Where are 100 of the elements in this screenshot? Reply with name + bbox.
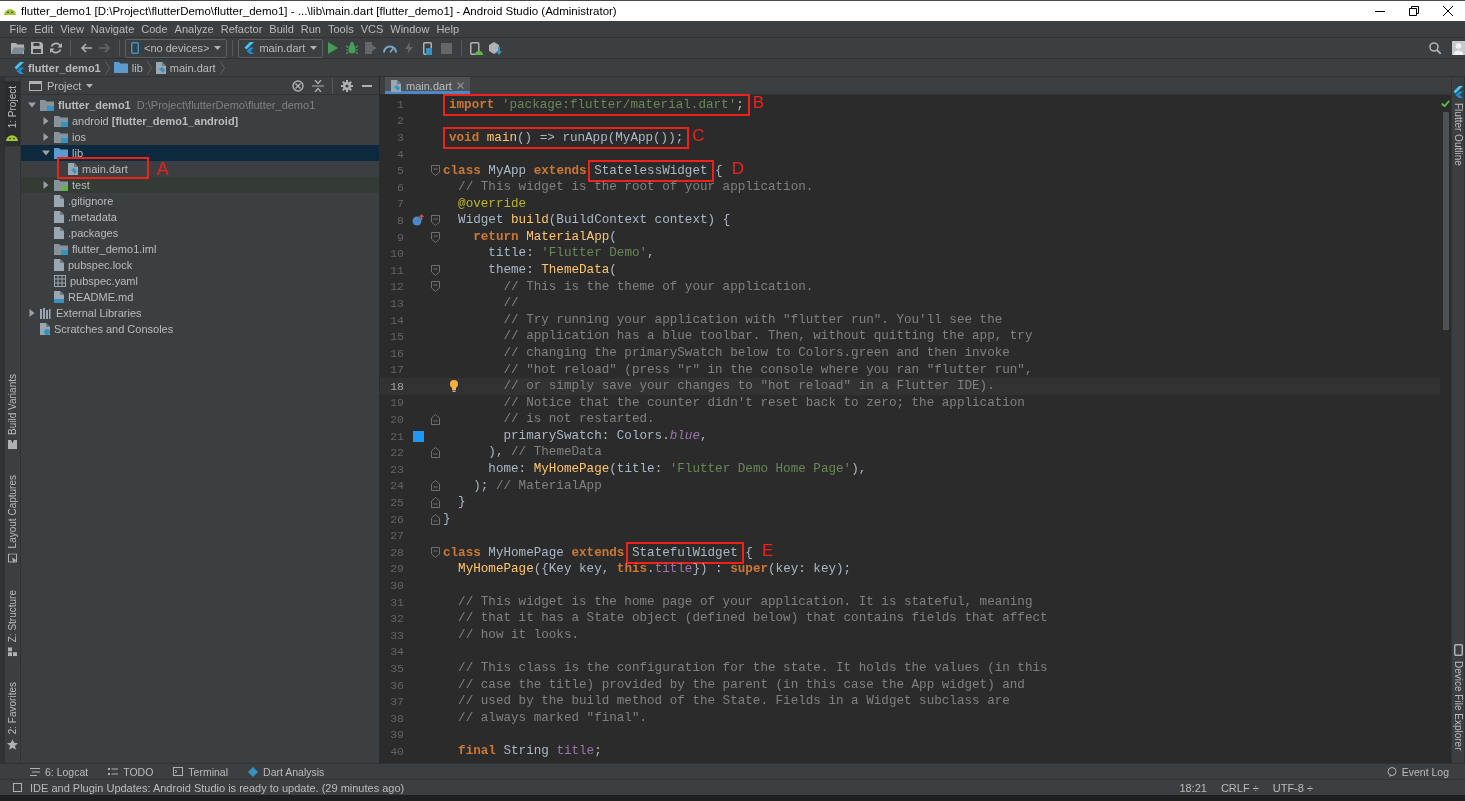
menu-item[interactable]: Refactor (217, 21, 266, 37)
project-view-selector[interactable]: Project (29, 79, 94, 92)
breadcrumb[interactable]: lib (113, 61, 143, 74)
locate-button[interactable] (289, 77, 307, 94)
fold-marker-icon[interactable] (431, 447, 440, 459)
menu-item[interactable]: Help (432, 21, 463, 37)
terminal-icon (173, 767, 184, 776)
tool-window-tab[interactable]: Layout Captures (5, 470, 20, 569)
menu-item[interactable]: Navigate (87, 21, 138, 37)
tool-window-tab[interactable]: 2: Favorites (5, 676, 20, 755)
tree-item[interactable]: README.md (21, 289, 379, 305)
collapsed-arrow-icon[interactable] (42, 133, 50, 141)
tool-window-tab[interactable]: Terminal (171, 764, 231, 779)
tree-item[interactable]: flutter_demo1 D:\Project\flutterDemo\flutter_demo1 (21, 97, 379, 113)
crosshair-icon (292, 79, 304, 92)
fold-marker-icon[interactable] (431, 264, 440, 276)
stop-icon (441, 42, 453, 54)
code-text: ), // ThemeData (488, 445, 602, 460)
tree-item[interactable]: .metadata (21, 209, 379, 225)
collapsed-arrow-icon[interactable] (42, 181, 50, 189)
expanded-arrow-icon[interactable] (28, 101, 36, 109)
tool-window-tab[interactable]: Device File Explorer (1452, 638, 1464, 755)
menu-item[interactable]: Run (297, 21, 325, 37)
tree-item[interactable]: .packages (21, 225, 379, 241)
fold-marker-icon[interactable] (431, 546, 440, 558)
caret-icon (214, 46, 222, 50)
collapse-all-button[interactable] (309, 77, 327, 94)
tool-window-tab[interactable]: TODO (106, 764, 156, 779)
tree-item[interactable]: lib (21, 145, 379, 161)
tree-item[interactable]: flutter_demo1.iml (21, 241, 379, 257)
editor-tab[interactable]: main.dart (385, 77, 470, 94)
menu-item[interactable]: File (6, 21, 31, 37)
run-config-dropdown[interactable]: main.dart (238, 38, 324, 58)
fold-marker-icon[interactable] (431, 231, 440, 243)
fold-marker-icon[interactable] (431, 513, 440, 525)
tool-window-tab[interactable]: 1: Project (5, 81, 20, 147)
menu-item[interactable]: Window (386, 21, 433, 37)
line-number: 19 (389, 396, 405, 410)
tree-item[interactable]: android [flutter_demo1_android] (21, 113, 379, 129)
tool-windows-icon (13, 783, 22, 792)
phone-icon (423, 41, 433, 55)
code-text: { (714, 163, 723, 178)
code-text: // application has a blue toolbar. Then, without quitting the app, try (503, 329, 1033, 344)
device-dropdown[interactable]: <no devices> (125, 38, 228, 58)
line-number: 18 (389, 379, 405, 393)
tool-window-tab[interactable]: Build Variants (5, 369, 20, 455)
line-number: 25 (389, 496, 405, 510)
collapsed-arrow-icon[interactable] (42, 117, 50, 125)
tree-item[interactable]: .gitignore (21, 193, 379, 209)
status-item[interactable]: UTF-8 ÷ (1272, 781, 1313, 794)
tree-item[interactable]: External Libraries (21, 305, 379, 321)
line-number: 23 (389, 462, 405, 476)
menu-item[interactable]: View (56, 21, 88, 37)
tool-window-tab[interactable]: Flutter Outline (1452, 81, 1464, 171)
code-text: Widget build(BuildContext context) { (458, 213, 731, 228)
settings-button[interactable] (338, 77, 356, 94)
scratch-file-icon (40, 323, 50, 335)
tree-item[interactable]: ios (21, 129, 379, 145)
tree-item[interactable]: pubspec.lock (21, 257, 379, 273)
fold-marker-icon[interactable] (431, 165, 440, 177)
build-variants-icon (8, 440, 17, 450)
line-number: 16 (389, 346, 405, 360)
tree-item[interactable]: pubspec.yaml (21, 273, 379, 289)
close-icon[interactable] (456, 82, 464, 89)
line-number: 20 (389, 413, 405, 427)
tree-item[interactable]: test (21, 177, 379, 193)
menu-item[interactable]: Code (137, 21, 172, 37)
tool-window-tab[interactable]: 6: Logcat (28, 764, 91, 779)
fold-marker-icon[interactable] (431, 480, 440, 492)
breadcrumb[interactable]: flutter_demo1 (14, 61, 101, 74)
panel-icon (29, 80, 42, 91)
fold-marker-icon[interactable] (431, 414, 440, 426)
tool-window-tab[interactable]: Z: Structure (5, 584, 20, 661)
menu-item[interactable]: Build (265, 21, 298, 37)
expanded-arrow-icon[interactable] (42, 149, 50, 157)
status-item[interactable]: 18:21 (1179, 781, 1207, 794)
menu-item[interactable]: Analyze (171, 21, 218, 37)
libraries-icon (40, 307, 52, 319)
fold-marker-icon[interactable] (431, 497, 440, 509)
lightbulb-icon[interactable] (450, 380, 458, 393)
sync-icon (49, 42, 62, 54)
speedometer-icon (382, 43, 397, 53)
status-item[interactable]: CRLF ÷ (1220, 781, 1259, 794)
menu-item[interactable]: Edit (30, 21, 57, 37)
scrollbar[interactable] (1442, 112, 1449, 330)
fold-marker-icon[interactable] (431, 281, 440, 293)
tool-window-tab[interactable]: Dart Analysis (246, 764, 327, 779)
window-title: flutter_demo1 [D:\Project\flutterDemo\flutter_demo1] - ...\lib\main.dart [flutter_demo1] - Android Studio (Administrator) (20, 5, 618, 17)
tree-item[interactable]: main.dart A (21, 161, 379, 177)
menu-item[interactable]: VCS (357, 21, 387, 37)
line-number: 40 (389, 744, 405, 758)
breadcrumb[interactable]: main.dart (155, 61, 216, 74)
android-logo-icon (4, 7, 16, 15)
tree-item[interactable]: Scratches and Consoles (21, 321, 379, 337)
dart-file-icon (68, 163, 78, 175)
fold-marker-icon[interactable] (431, 214, 440, 226)
collapsed-arrow-icon[interactable] (28, 309, 36, 317)
code-text: // used by the build method of the State. Fields in a Widget subclass are (458, 694, 1010, 709)
menu-item[interactable]: Tools (324, 21, 358, 37)
tool-window-tab[interactable]: Event Log (1384, 764, 1451, 779)
